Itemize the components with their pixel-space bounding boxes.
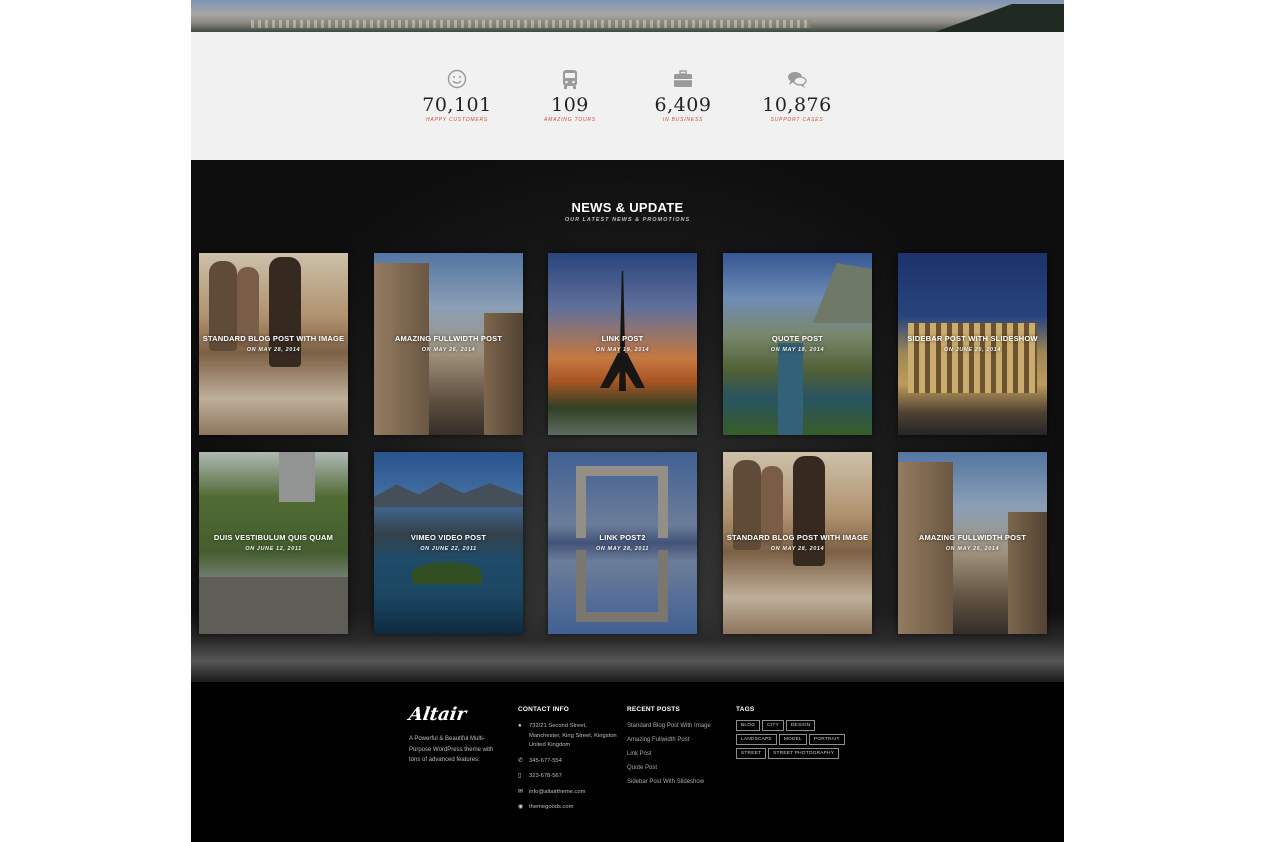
tags: TAGS BLOG CITY DESIGN LANDSCAPE MODEL PO… <box>736 706 861 759</box>
post-card[interactable]: STANDARD BLOG POST WITH IMAGE ON MAY 28,… <box>199 253 348 435</box>
stat-support-cases: 10,876 SUPPORT CASES <box>747 68 847 123</box>
footer: Altair A Powerful & Beautiful Multi-Purp… <box>191 682 1064 842</box>
post-title: AMAZING FULLWIDTH POST <box>918 533 1027 542</box>
post-date: ON JUNE 22, 2011 <box>420 546 477 552</box>
contact-website[interactable]: themegoods.com <box>529 803 573 813</box>
stat-label: SUPPORT CASES <box>770 117 824 123</box>
post-title: LINK POST2 <box>599 533 646 542</box>
site-logo[interactable]: Altair <box>408 704 468 725</box>
recent-posts-heading: RECENT POSTS <box>627 706 680 713</box>
envelope-icon: ✉ <box>518 788 524 795</box>
tag-link[interactable]: DESIGN <box>785 720 816 731</box>
globe-icon: ◉ <box>518 804 524 810</box>
phone-icon: ✆ <box>518 757 524 764</box>
stat-value: 70,101 <box>422 94 492 116</box>
contact-info: CONTACT INFO ● 732/21 Second Street, Man… <box>518 706 618 813</box>
tag-link[interactable]: CITY <box>762 720 784 731</box>
tag-link[interactable]: BLOG <box>736 720 761 731</box>
stat-amazing-tours: 109 AMAZING TOURS <box>520 68 620 123</box>
recent-post-link[interactable]: Link Post <box>627 751 727 757</box>
stat-label: AMAZING TOURS <box>544 117 596 123</box>
stat-value: 6,409 <box>654 94 712 116</box>
contact-mobile[interactable]: 323-678-567 <box>529 772 562 782</box>
post-card[interactable]: AMAZING FULLWIDTH POST ON MAY 26, 2014 <box>898 452 1047 634</box>
post-title: STANDARD BLOG POST WITH IMAGE <box>202 334 345 343</box>
post-card[interactable]: LINK POST ON MAY 19, 2014 <box>548 253 697 435</box>
post-date: ON JUNE 20, 2014 <box>944 347 1001 353</box>
post-date: ON MAY 18, 2014 <box>770 347 825 353</box>
post-title: LINK POST <box>601 334 644 343</box>
tag-cloud: BLOG CITY DESIGN LANDSCAPE MODEL PORTRAI… <box>736 720 856 759</box>
post-title: STANDARD BLOG POST WITH IMAGE <box>726 533 869 542</box>
post-title: VIMEO VIDEO POST <box>410 533 487 542</box>
post-date: ON MAY 28, 2014 <box>246 347 301 353</box>
post-title: QUOTE POST <box>771 334 824 343</box>
stat-value: 109 <box>551 94 589 116</box>
map-marker-icon: ● <box>518 723 522 729</box>
tag-link[interactable]: STREET <box>736 748 767 759</box>
post-date: ON MAY 26, 2014 <box>945 546 1000 552</box>
stats-section: 70,101 HAPPY CUSTOMERS 109 AMAZING TOURS… <box>191 32 1064 160</box>
post-date: ON MAY 28, 2011 <box>595 546 650 552</box>
stat-value: 10,876 <box>762 94 832 116</box>
tag-link[interactable]: MODEL <box>778 734 807 745</box>
post-title: DUIS VESTIBULUM QUIS QUAM <box>213 533 334 542</box>
post-title: SIDEBAR POST WITH SLIDESHOW <box>907 334 1038 343</box>
recent-post-link[interactable]: Standard Blog Post With Image <box>627 723 727 729</box>
stat-happy-customers: 70,101 HAPPY CUSTOMERS <box>407 68 507 123</box>
chat-icon <box>788 72 807 88</box>
post-card[interactable]: VIMEO VIDEO POST ON JUNE 22, 2011 <box>374 452 523 634</box>
post-card[interactable]: QUOTE POST ON MAY 18, 2014 <box>723 253 872 435</box>
post-card[interactable]: SIDEBAR POST WITH SLIDESHOW ON JUNE 20, … <box>898 253 1047 435</box>
mobile-icon: ▯ <box>518 773 522 779</box>
smile-icon <box>447 69 467 89</box>
stat-label: HAPPY CUSTOMERS <box>425 117 489 123</box>
post-date: ON JUNE 12, 2011 <box>245 546 302 552</box>
post-card[interactable]: AMAZING FULLWIDTH POST ON MAY 26, 2014 <box>374 253 523 435</box>
contact-address: 732/21 Second Street, Manchester, King S… <box>529 723 617 748</box>
recent-post-link[interactable]: Quote Post <box>627 765 727 771</box>
tag-link[interactable]: PORTRAIT <box>808 734 845 745</box>
tag-link[interactable]: LANDSCAPE <box>736 734 777 745</box>
post-date: ON MAY 19, 2014 <box>595 347 650 353</box>
stat-in-business: 6,409 IN BUSINESS <box>633 68 733 123</box>
post-card[interactable]: LINK POST2 ON MAY 28, 2011 <box>548 452 697 634</box>
contact-email[interactable]: info@altairtheme.com <box>529 788 585 798</box>
post-card[interactable]: DUIS VESTIBULUM QUIS QUAM ON JUNE 12, 20… <box>199 452 348 634</box>
post-title: AMAZING FULLWIDTH POST <box>394 334 503 343</box>
site-description: A Powerful & Beautiful Multi-Purpose Wor… <box>409 736 494 763</box>
briefcase-icon <box>674 70 692 87</box>
tags-heading: TAGS <box>736 706 755 713</box>
recent-post-link[interactable]: Sidebar Post With Slideshow <box>627 779 727 785</box>
bus-icon <box>563 70 577 89</box>
hero-image <box>191 0 1064 32</box>
tag-link[interactable]: STREET PHOTOGRAPHY <box>768 748 840 759</box>
section-subtitle: OUR LATEST NEWS & PROMOTIONS <box>564 217 691 223</box>
contact-phone[interactable]: 345-677-554 <box>529 757 562 767</box>
post-card[interactable]: STANDARD BLOG POST WITH IMAGE ON MAY 28,… <box>723 452 872 634</box>
recent-posts: RECENT POSTS Standard Blog Post With Ima… <box>627 706 727 785</box>
recent-post-link[interactable]: Amazing Fullwidth Post <box>627 737 727 743</box>
post-date: ON MAY 26, 2014 <box>421 347 476 353</box>
section-title: NEWS & UPDATE <box>571 200 684 215</box>
contact-heading: CONTACT INFO <box>518 706 570 713</box>
post-date: ON MAY 28, 2014 <box>770 546 825 552</box>
news-section: NEWS & UPDATE OUR LATEST NEWS & PROMOTIO… <box>191 160 1064 682</box>
page: 70,101 HAPPY CUSTOMERS 109 AMAZING TOURS… <box>191 0 1064 842</box>
stat-label: IN BUSINESS <box>662 117 704 123</box>
